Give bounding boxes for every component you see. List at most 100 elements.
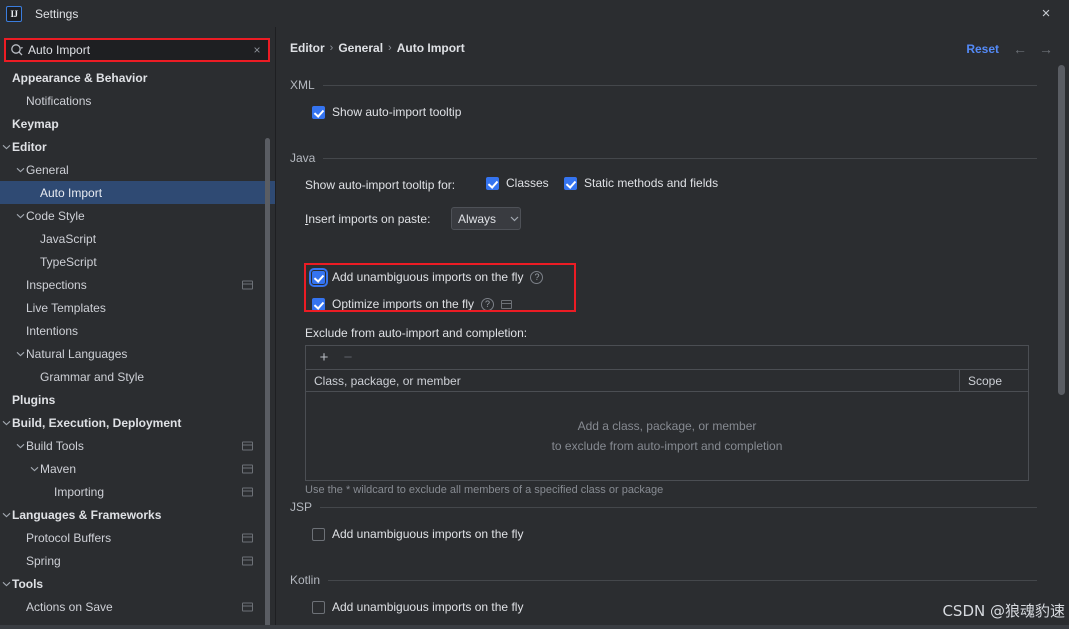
sidebar-item-spring[interactable]: Spring (0, 549, 275, 572)
sidebar-item-maven[interactable]: Maven (0, 457, 275, 480)
checkbox-java-classes[interactable] (486, 176, 499, 190)
checkbox-optimize-imports[interactable] (312, 297, 325, 311)
forward-arrow-icon[interactable]: → (1039, 41, 1053, 57)
label-show-tooltip-for: Show auto-import tooltip for: (305, 178, 456, 192)
sidebar-item-build-tools[interactable]: Build Tools (0, 434, 275, 457)
sidebar-item-label: TypeScript (40, 254, 97, 269)
sidebar-item-auto-import[interactable]: Auto Import (0, 181, 275, 204)
empty-state-line-2: to exclude from auto-import and completi… (551, 439, 783, 453)
window-title: Settings (35, 6, 79, 21)
label-insert-imports-on-paste: Insert imports on paste: (305, 212, 430, 226)
checkbox-row-java-classes[interactable]: Classes (486, 176, 549, 190)
sidebar-item-inspections[interactable]: Inspections (0, 273, 275, 296)
chevron-down-icon[interactable] (14, 165, 26, 175)
breadcrumb-item-editor[interactable]: Editor (290, 41, 325, 55)
chevron-down-icon[interactable] (0, 142, 12, 152)
search-input-value[interactable]: Auto Import (28, 40, 246, 60)
settings-tree[interactable]: Appearance & Behavior Notifications Keymap… (0, 66, 275, 629)
help-icon[interactable]: ? (530, 270, 544, 284)
exclusion-table-empty-state: Add a class, package, or member to exclu… (306, 392, 1028, 480)
help-icon[interactable]: ? (481, 297, 495, 311)
settings-content-panel: Editor › General › Auto Import Reset ← →… (276, 27, 1069, 629)
sidebar-item-label: Protocol Buffers (26, 530, 112, 545)
dropdown-value: Always (458, 211, 497, 226)
sidebar-item-label: Grammar and Style (40, 369, 145, 384)
checkbox-row-optimize-imports[interactable]: Optimize imports on the fly ? (312, 297, 513, 311)
chevron-down-icon[interactable] (0, 510, 12, 520)
breadcrumb-separator: › (329, 42, 334, 54)
sidebar-item-label: Auto Import (40, 185, 103, 200)
sidebar-item-grammar-and-style[interactable]: Grammar and Style (0, 365, 275, 388)
sidebar-item-build-execution-deployment[interactable]: Build, Execution, Deployment (0, 411, 275, 434)
sidebar-item-label: Importing (54, 484, 105, 499)
section-label-java: Java (290, 151, 316, 165)
column-header-scope[interactable]: Scope (960, 374, 1028, 388)
watermark: CSDN @狼魂豹速 (942, 602, 1065, 620)
label-rest: nsert imports on paste: (308, 212, 431, 226)
chevron-down-icon[interactable] (14, 441, 26, 451)
chevron-down-icon (510, 214, 519, 224)
sidebar-item-protocol-buffers[interactable]: Protocol Buffers (0, 526, 275, 549)
sidebar-item-label: Intentions (26, 323, 79, 338)
section-rule (320, 506, 1037, 508)
sidebar-item-tools[interactable]: Tools (0, 572, 275, 595)
close-icon[interactable]: × (1023, 0, 1069, 27)
sidebar-item-natural-languages[interactable]: Natural Languages (0, 342, 275, 365)
sidebar-item-appearance-behavior[interactable]: Appearance & Behavior (0, 66, 275, 89)
checkbox-kotlin-add-unambiguous[interactable] (312, 600, 325, 614)
chevron-down-icon[interactable] (0, 418, 12, 428)
sidebar-item-plugins[interactable]: Plugins (0, 388, 275, 411)
checkbox-label-add-unambiguous-java: Add unambiguous imports on the fly (332, 270, 524, 284)
sidebar-item-importing[interactable]: Importing (0, 480, 275, 503)
checkbox-row-java-static[interactable]: Static methods and fields (564, 176, 718, 190)
sidebar-item-intentions[interactable]: Intentions (0, 319, 275, 342)
sidebar-item-label: Keymap (12, 116, 59, 131)
sidebar-item-javascript[interactable]: JavaScript (0, 227, 275, 250)
checkbox-row-xml-show-tooltip[interactable]: Show auto-import tooltip (312, 105, 461, 119)
sidebar-item-label: Tools (12, 576, 44, 591)
sidebar-item-label: Actions on Save (26, 599, 113, 614)
checkbox-row-kotlin-add-unambiguous[interactable]: Add unambiguous imports on the fly (312, 600, 523, 614)
sidebar-item-live-templates[interactable]: Live Templates (0, 296, 275, 319)
sidebar-item-languages-frameworks[interactable]: Languages & Frameworks (0, 503, 275, 526)
sidebar-item-label: Languages & Frameworks (12, 507, 162, 522)
sidebar-item-code-style[interactable]: Code Style (0, 204, 275, 227)
intellij-logo-icon: IJ (6, 5, 22, 22)
chevron-down-icon[interactable] (28, 464, 40, 474)
project-scope-icon (242, 464, 253, 473)
reset-button[interactable]: Reset (966, 42, 999, 56)
project-scope-icon (242, 533, 253, 542)
checkbox-jsp-add-unambiguous[interactable] (312, 527, 325, 541)
sidebar-item-label: Live Templates (26, 300, 106, 315)
checkbox-label-jsp-add-unambiguous: Add unambiguous imports on the fly (332, 527, 524, 541)
checkbox-java-static[interactable] (564, 176, 577, 190)
sidebar-item-general[interactable]: General (0, 158, 275, 181)
checkbox-row-add-unambiguous-java[interactable]: Add unambiguous imports on the fly ? (309, 267, 544, 287)
add-exclusion-button[interactable]: + (314, 348, 334, 368)
back-arrow-icon[interactable]: ← (1013, 41, 1027, 57)
sidebar-item-typescript[interactable]: TypeScript (0, 250, 275, 273)
sidebar-item-actions-on-save[interactable]: Actions on Save (0, 595, 275, 618)
sidebar-item-keymap[interactable]: Keymap (0, 112, 275, 135)
settings-search-field[interactable]: Auto Import × (4, 38, 270, 62)
sidebar-scrollbar-thumb[interactable] (265, 138, 270, 629)
checkbox-row-jsp-add-unambiguous[interactable]: Add unambiguous imports on the fly (312, 527, 523, 541)
insert-imports-on-paste-dropdown[interactable]: Always (451, 207, 521, 230)
sidebar-item-editor[interactable]: Editor (0, 135, 275, 158)
column-header-member[interactable]: Class, package, or member (306, 370, 960, 391)
breadcrumb-item-general[interactable]: General (338, 41, 383, 55)
content-scrollbar-thumb[interactable] (1058, 65, 1065, 395)
checkbox-add-unambiguous-java[interactable] (309, 267, 328, 287)
chevron-down-icon[interactable] (14, 349, 26, 359)
checkbox-xml-show-tooltip[interactable] (312, 105, 325, 119)
search-clear-icon[interactable]: × (246, 40, 268, 60)
chevron-down-icon[interactable] (14, 211, 26, 221)
sidebar-item-label: JavaScript (40, 231, 97, 246)
section-rule (323, 157, 1037, 159)
sidebar-item-notifications[interactable]: Notifications (0, 89, 275, 112)
exclusion-table[interactable]: + − Class, package, or member Scope Add … (305, 345, 1029, 481)
dialog-bottom-strip (0, 625, 1069, 629)
section-label-xml: XML (290, 78, 315, 92)
title-bar: IJ Settings × (0, 0, 1069, 27)
chevron-down-icon[interactable] (0, 579, 12, 589)
